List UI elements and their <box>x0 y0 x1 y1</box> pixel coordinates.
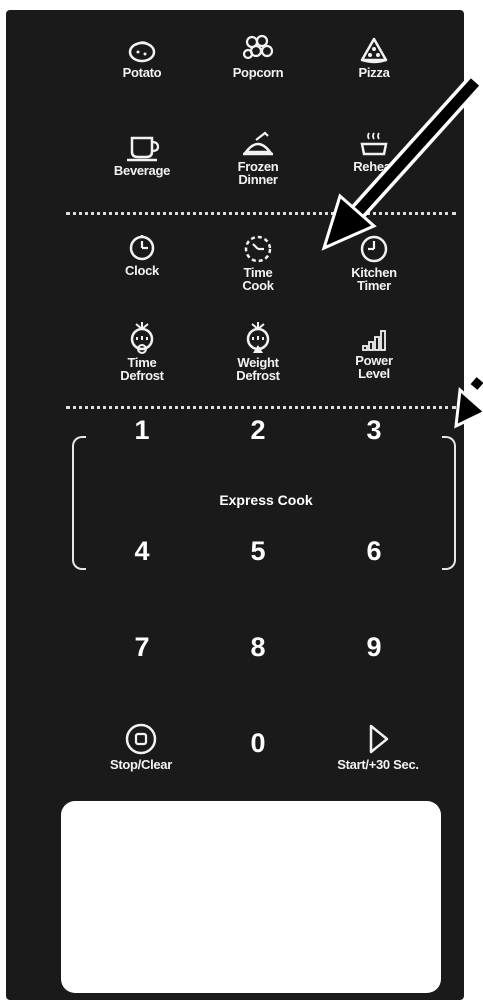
arrow-upper-icon <box>321 75 482 251</box>
arrow-lower-icon <box>454 375 483 429</box>
callout-arrows <box>321 75 483 429</box>
